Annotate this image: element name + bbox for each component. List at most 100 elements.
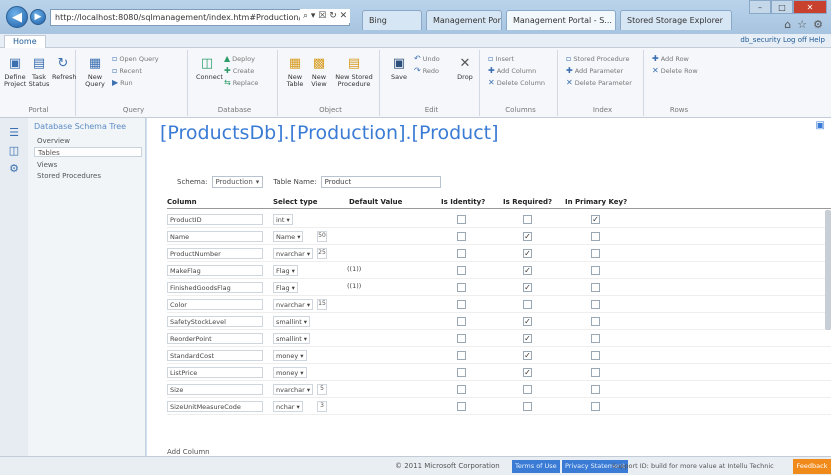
required-checkbox[interactable]: ✓: [523, 232, 532, 241]
required-checkbox[interactable]: [523, 300, 532, 309]
identity-checkbox[interactable]: [457, 215, 466, 224]
primary-checkbox[interactable]: [591, 317, 600, 326]
column-name-input[interactable]: SafetyStockLevel: [167, 316, 263, 327]
deploy-button[interactable]: ▲ Deploy: [224, 54, 255, 63]
type-select[interactable]: Flag ▾: [273, 282, 298, 293]
type-select[interactable]: nvarchar ▾: [273, 299, 314, 310]
stored-procedure-small-button[interactable]: ▫ Stored Procedure: [566, 54, 629, 63]
column-name-input[interactable]: Name: [167, 231, 263, 242]
drop-button[interactable]: ✕ Drop: [454, 56, 476, 81]
nav-item-tables[interactable]: Tables: [34, 147, 142, 157]
default-value[interactable]: ((1)): [347, 265, 361, 273]
size-input[interactable]: 3: [317, 401, 327, 412]
maximize-button[interactable]: □: [771, 0, 793, 14]
type-select[interactable]: int ▾: [273, 214, 293, 225]
feedback-button[interactable]: Feedback: [793, 459, 831, 474]
required-checkbox[interactable]: ✓: [523, 249, 532, 258]
gear-icon[interactable]: ⚙: [813, 18, 823, 31]
required-checkbox[interactable]: [523, 215, 532, 224]
delete-row-button[interactable]: ✕ Delete Row: [652, 66, 698, 75]
primary-checkbox[interactable]: [591, 368, 600, 377]
identity-checkbox[interactable]: [457, 351, 466, 360]
tab-management-portal-active[interactable]: Management Portal - S...: [506, 10, 616, 30]
database-nav-icon[interactable]: ◫: [7, 144, 21, 158]
type-select[interactable]: nvarchar ▾: [273, 248, 314, 259]
recent-button[interactable]: ▫ Recent: [112, 66, 142, 75]
back-arrow-icon[interactable]: ◀: [6, 6, 28, 28]
new-query-button[interactable]: ▦ New Query: [84, 56, 106, 88]
size-input[interactable]: 25: [317, 248, 327, 259]
identity-checkbox[interactable]: [457, 368, 466, 377]
schema-select[interactable]: Production ▾: [211, 176, 264, 188]
identity-checkbox[interactable]: [457, 300, 466, 309]
primary-checkbox[interactable]: [591, 351, 600, 360]
type-select[interactable]: Flag ▾: [273, 265, 298, 276]
add-column-link[interactable]: Add Column: [167, 448, 210, 456]
terms-of-use-link[interactable]: Terms of Use: [512, 460, 560, 473]
ribbon-user-links[interactable]: db_security Log off Help: [740, 36, 825, 44]
minimize-button[interactable]: –: [749, 0, 771, 14]
nav-item-overview[interactable]: Overview: [34, 136, 142, 146]
primary-checkbox[interactable]: [591, 402, 600, 411]
column-name-input[interactable]: ProductID: [167, 214, 263, 225]
identity-checkbox[interactable]: [457, 283, 466, 292]
connect-button[interactable]: ◫ Connect: [196, 56, 223, 81]
delete-column-button[interactable]: ✕ Delete Column: [488, 78, 545, 87]
identity-checkbox[interactable]: [457, 385, 466, 394]
primary-checkbox[interactable]: [591, 249, 600, 258]
insert-button[interactable]: ▫ Insert: [488, 54, 514, 63]
new-stored-procedure-button[interactable]: ▤ New Stored Procedure: [334, 56, 374, 88]
required-checkbox[interactable]: [523, 402, 532, 411]
size-input[interactable]: 15: [317, 299, 327, 310]
save-button[interactable]: ▣ Save: [388, 56, 410, 81]
primary-checkbox[interactable]: [591, 232, 600, 241]
type-select[interactable]: nchar ▾: [273, 401, 303, 412]
open-query-button[interactable]: ▫ Open Query: [112, 54, 159, 63]
primary-checkbox[interactable]: [591, 266, 600, 275]
nav-item-views[interactable]: Views: [34, 160, 142, 170]
identity-checkbox[interactable]: [457, 402, 466, 411]
tree-icon[interactable]: ☰: [7, 126, 21, 140]
size-input[interactable]: 5: [317, 384, 327, 395]
required-checkbox[interactable]: ✓: [523, 351, 532, 360]
required-checkbox[interactable]: ✓: [523, 283, 532, 292]
required-checkbox[interactable]: ✓: [523, 317, 532, 326]
add-parameter-button[interactable]: ✚ Add Parameter: [566, 66, 623, 75]
required-checkbox[interactable]: [523, 385, 532, 394]
identity-checkbox[interactable]: [457, 334, 466, 343]
replace-button[interactable]: ⇆ Replace: [224, 78, 258, 87]
table-name-input[interactable]: Product: [320, 176, 441, 188]
type-select[interactable]: Name ▾: [273, 231, 304, 242]
vertical-scrollbar[interactable]: [825, 210, 831, 330]
type-select[interactable]: money ▾: [273, 367, 307, 378]
column-name-input[interactable]: FinishedGoodsFlag: [167, 282, 263, 293]
column-name-input[interactable]: ListPrice: [167, 367, 263, 378]
column-name-input[interactable]: MakeFlag: [167, 265, 263, 276]
column-name-input[interactable]: ProductNumber: [167, 248, 263, 259]
address-tools[interactable]: ⌕ ▾ ☒ ↻ ✕: [300, 9, 351, 23]
new-view-button[interactable]: ▩ New View: [308, 56, 330, 88]
create-button[interactable]: ✚ Create: [224, 66, 254, 75]
default-value[interactable]: ((1)): [347, 282, 361, 290]
primary-checkbox[interactable]: [591, 283, 600, 292]
type-select[interactable]: smallint ▾: [273, 333, 311, 344]
home-icon[interactable]: ⌂: [784, 18, 791, 31]
type-select[interactable]: nvarchar ▾: [273, 384, 314, 395]
expand-icon[interactable]: ▣: [816, 120, 825, 131]
primary-checkbox[interactable]: [591, 334, 600, 343]
run-button[interactable]: ▶ Run: [112, 78, 133, 87]
favorites-star-icon[interactable]: ☆: [797, 18, 807, 31]
nav-item-stored-procedures[interactable]: Stored Procedures: [34, 171, 142, 181]
column-name-input[interactable]: Color: [167, 299, 263, 310]
task-status-button[interactable]: ▤ Task Status: [28, 56, 50, 88]
primary-checkbox[interactable]: [591, 385, 600, 394]
identity-checkbox[interactable]: [457, 232, 466, 241]
identity-checkbox[interactable]: [457, 317, 466, 326]
column-name-input[interactable]: SizeUnitMeasureCode: [167, 401, 263, 412]
type-select[interactable]: smallint ▾: [273, 316, 311, 327]
primary-checkbox[interactable]: ✓: [591, 215, 600, 224]
identity-checkbox[interactable]: [457, 266, 466, 275]
settings-nav-icon[interactable]: ⚙: [7, 162, 21, 176]
define-project-button[interactable]: ▣ Define Project: [4, 56, 26, 88]
close-window-button[interactable]: ✕: [793, 0, 827, 14]
